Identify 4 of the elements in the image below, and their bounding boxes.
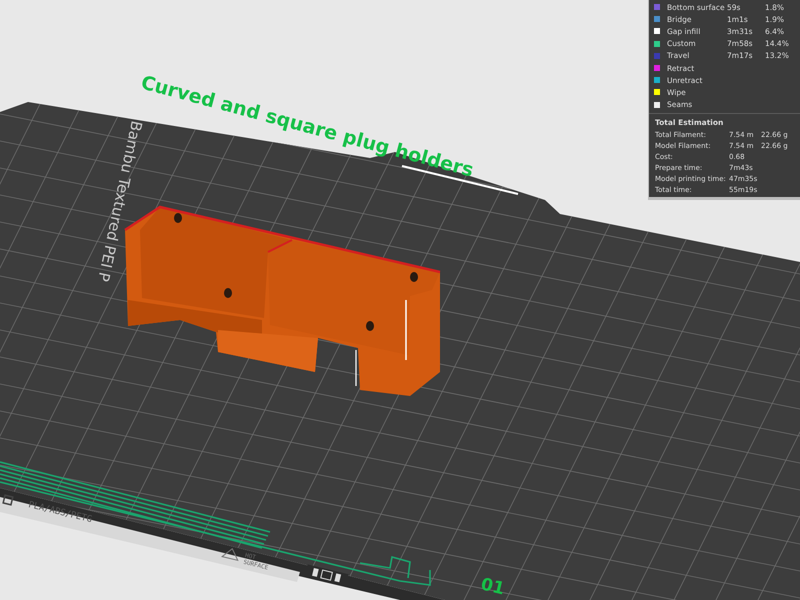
- plate-brand-text: Bambu Textured PEI P: [94, 119, 146, 284]
- plate-number: 01: [478, 574, 507, 600]
- plate-marker-icon: [2, 494, 14, 506]
- warning-icon: [221, 548, 239, 562]
